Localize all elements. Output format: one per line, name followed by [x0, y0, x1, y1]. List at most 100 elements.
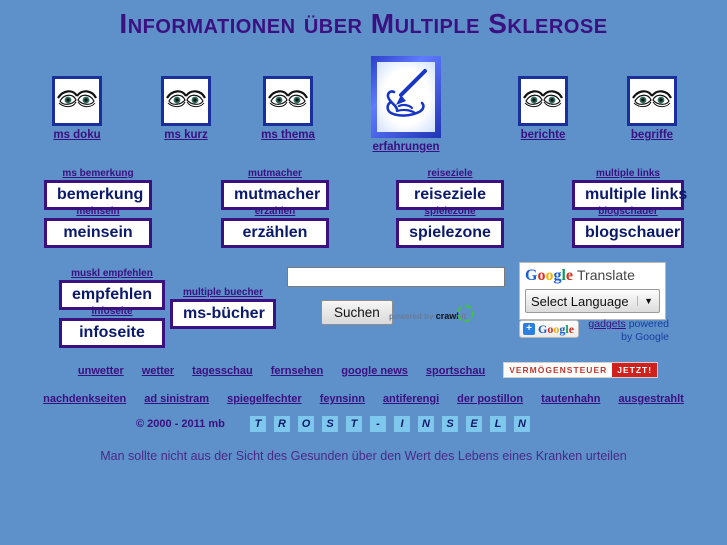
link-row-1: unwetter wetter tagesschau fernsehen google …: [0, 361, 727, 379]
button-infoseite[interactable]: infoseite: [59, 318, 165, 348]
grid-cell-empfehlen: muskl empfehlen empfehlen: [59, 268, 165, 310]
grid-cell-multiple-links: multiple links multiple links: [572, 168, 687, 210]
footer-link-google-news[interactable]: google news: [341, 365, 408, 377]
footer-link-feynsinn[interactable]: feynsinn: [320, 393, 365, 405]
page-title: Informationen über Multiple Sklerose: [119, 8, 608, 39]
trostinseln-letter-1[interactable]: R: [274, 416, 290, 432]
footer-link-unwetter[interactable]: unwetter: [78, 365, 124, 377]
grid-cell-spielezone: spielezone spielezone: [396, 206, 504, 248]
mini-link-reiseziele[interactable]: reiseziele: [396, 168, 504, 180]
search-input[interactable]: [287, 267, 505, 287]
banner-text: VERMÖGENSTEUER: [509, 364, 608, 375]
search-submit-button[interactable]: Suchen: [321, 300, 393, 325]
crawlit-brand: crawl: [435, 311, 459, 321]
link-row-2: nachdenkseiten ad sinistram spiegelfechter…: [0, 389, 727, 407]
eyes-icon[interactable]: [52, 76, 102, 126]
button-meinsein[interactable]: meinsein: [44, 218, 152, 248]
grid-cell-ms-bücher: multiple buecher ms-bücher: [170, 287, 276, 329]
icon-nav-label[interactable]: berichte: [508, 129, 578, 141]
hand-writing-icon[interactable]: [371, 56, 441, 138]
mini-link-muskl-empfehlen[interactable]: muskl empfehlen: [59, 268, 165, 280]
footer-link-ad-sinistram[interactable]: ad sinistram: [144, 393, 209, 405]
footer-link-sportschau[interactable]: sportschau: [426, 365, 485, 377]
footer-link-tagesschau[interactable]: tagesschau: [192, 365, 253, 377]
icon-nav-label[interactable]: ms doku: [42, 129, 112, 141]
vermoegensteuer-banner[interactable]: VERMÖGENSTEUER JETZT!: [503, 361, 659, 378]
translate-product-label: Translate: [577, 267, 635, 283]
grid-cell-mutmacher: mutmacher mutmacher: [221, 168, 329, 210]
eyes-icon[interactable]: [161, 76, 211, 126]
trostinseln-letter-8[interactable]: S: [442, 416, 458, 432]
google-logo: Google Translate: [525, 267, 635, 284]
footer-link-ausgestrahlt[interactable]: ausgestrahlt: [618, 393, 683, 405]
icon-nav-label[interactable]: ms thema: [253, 129, 323, 141]
icon-nav-label[interactable]: ms kurz: [151, 129, 221, 141]
icon-nav-item-ms-thema[interactable]: ms thema: [253, 76, 323, 141]
mini-link-meinsein[interactable]: meinsein: [44, 206, 152, 218]
mini-link-spielezone[interactable]: spielezone: [396, 206, 504, 218]
eyes-icon[interactable]: [627, 76, 677, 126]
search-form: Suchen powered by crawl-it: [287, 267, 505, 325]
trostinseln-letter-9[interactable]: E: [466, 416, 482, 432]
trostinseln-letters: TROST-INSELN: [250, 416, 538, 432]
icon-nav-item-ms-kurz[interactable]: ms kurz: [151, 76, 221, 141]
mini-link-ms-bemerkung[interactable]: ms bemerkung: [44, 168, 152, 180]
mini-link-multiple-buecher[interactable]: multiple buecher: [170, 287, 276, 299]
mini-link-infoseite[interactable]: infoseite: [59, 306, 165, 318]
gadgets-link[interactable]: gadgets: [588, 318, 625, 330]
copyright-text: © 2000 - 2011 mb: [136, 418, 225, 430]
gadgets-powered-text: powered: [625, 318, 669, 330]
button-erzählen[interactable]: erzählen: [221, 218, 329, 248]
chevron-down-icon: ▼: [637, 296, 657, 306]
eyes-icon[interactable]: [518, 76, 568, 126]
plus-icon: +: [523, 323, 535, 335]
eyes-icon[interactable]: [263, 76, 313, 126]
gadgets-by-google-text: by Google: [621, 331, 669, 343]
mini-link-multiple-links[interactable]: multiple links: [572, 168, 684, 180]
trostinseln-letter-5[interactable]: -: [370, 416, 386, 432]
icon-nav-item-ms-doku[interactable]: ms doku: [42, 76, 112, 141]
google-translate-widget: Google Translate Select Language ▼: [519, 262, 666, 320]
icon-nav-item-erfahrungen[interactable]: erfahrungen: [371, 56, 441, 153]
crawlit-credit: powered by crawl-it: [389, 305, 475, 322]
grid-cell-bemerkung: ms bemerkung bemerkung: [44, 168, 152, 210]
mini-link-mutmacher[interactable]: mutmacher: [221, 168, 329, 180]
grid-cell-infoseite: infoseite infoseite: [59, 306, 165, 348]
footer-link-fernsehen[interactable]: fernsehen: [271, 365, 324, 377]
grid-cell-blogschauer: blogschauer blogschauer: [572, 206, 684, 248]
footer-link-nachdenkseiten[interactable]: nachdenkseiten: [43, 393, 126, 405]
icon-nav: ms doku ms kurz ms thema erfahrungen bericht…: [0, 56, 727, 156]
button-spielezone[interactable]: spielezone: [396, 218, 504, 248]
footer-link-der-postillon[interactable]: der postillon: [457, 393, 523, 405]
trostinseln-letter-6[interactable]: I: [394, 416, 410, 432]
icon-nav-item-berichte[interactable]: berichte: [508, 76, 578, 141]
grid-cell-reiseziele: reiseziele reiseziele: [396, 168, 504, 210]
banner-cta: JETZT!: [612, 362, 658, 377]
crawlit-prefix: powered by: [389, 312, 436, 321]
footer-link-wetter[interactable]: wetter: [142, 365, 174, 377]
trostinseln-letter-3[interactable]: S: [322, 416, 338, 432]
trostinseln-letter-0[interactable]: T: [250, 416, 266, 432]
mini-link-blogschauer[interactable]: blogschauer: [572, 206, 684, 218]
crawlit-circle-icon: [457, 305, 475, 322]
button-blogschauer[interactable]: blogschauer: [572, 218, 684, 248]
google-plus-one-button[interactable]: + Google: [519, 320, 579, 338]
trostinseln-letter-10[interactable]: L: [490, 416, 506, 432]
trostinseln-letter-4[interactable]: T: [346, 416, 362, 432]
google-plus-label: Google: [538, 322, 575, 336]
mini-link-erzählen[interactable]: erzählen: [221, 206, 329, 218]
gadgets-credit: gadgets powered by Google: [585, 318, 669, 344]
icon-nav-label[interactable]: erfahrungen: [371, 141, 441, 153]
button-ms-bücher[interactable]: ms-bücher: [170, 299, 276, 329]
trostinseln-letter-2[interactable]: O: [298, 416, 314, 432]
footer-link-spiegelfechter[interactable]: spiegelfechter: [227, 393, 302, 405]
language-select-value: Select Language: [531, 293, 629, 309]
trostinseln-letter-7[interactable]: N: [418, 416, 434, 432]
footer-link-antiferengi[interactable]: antiferengi: [383, 393, 439, 405]
icon-nav-label[interactable]: begriffe: [617, 129, 687, 141]
language-select[interactable]: Select Language ▼: [525, 289, 660, 313]
trostinseln-letter-11[interactable]: N: [514, 416, 530, 432]
footer-link-tautenhahn[interactable]: tautenhahn: [541, 393, 600, 405]
icon-nav-item-begriffe[interactable]: begriffe: [617, 76, 687, 141]
grid-cell-erzählen: erzählen erzählen: [221, 206, 329, 248]
